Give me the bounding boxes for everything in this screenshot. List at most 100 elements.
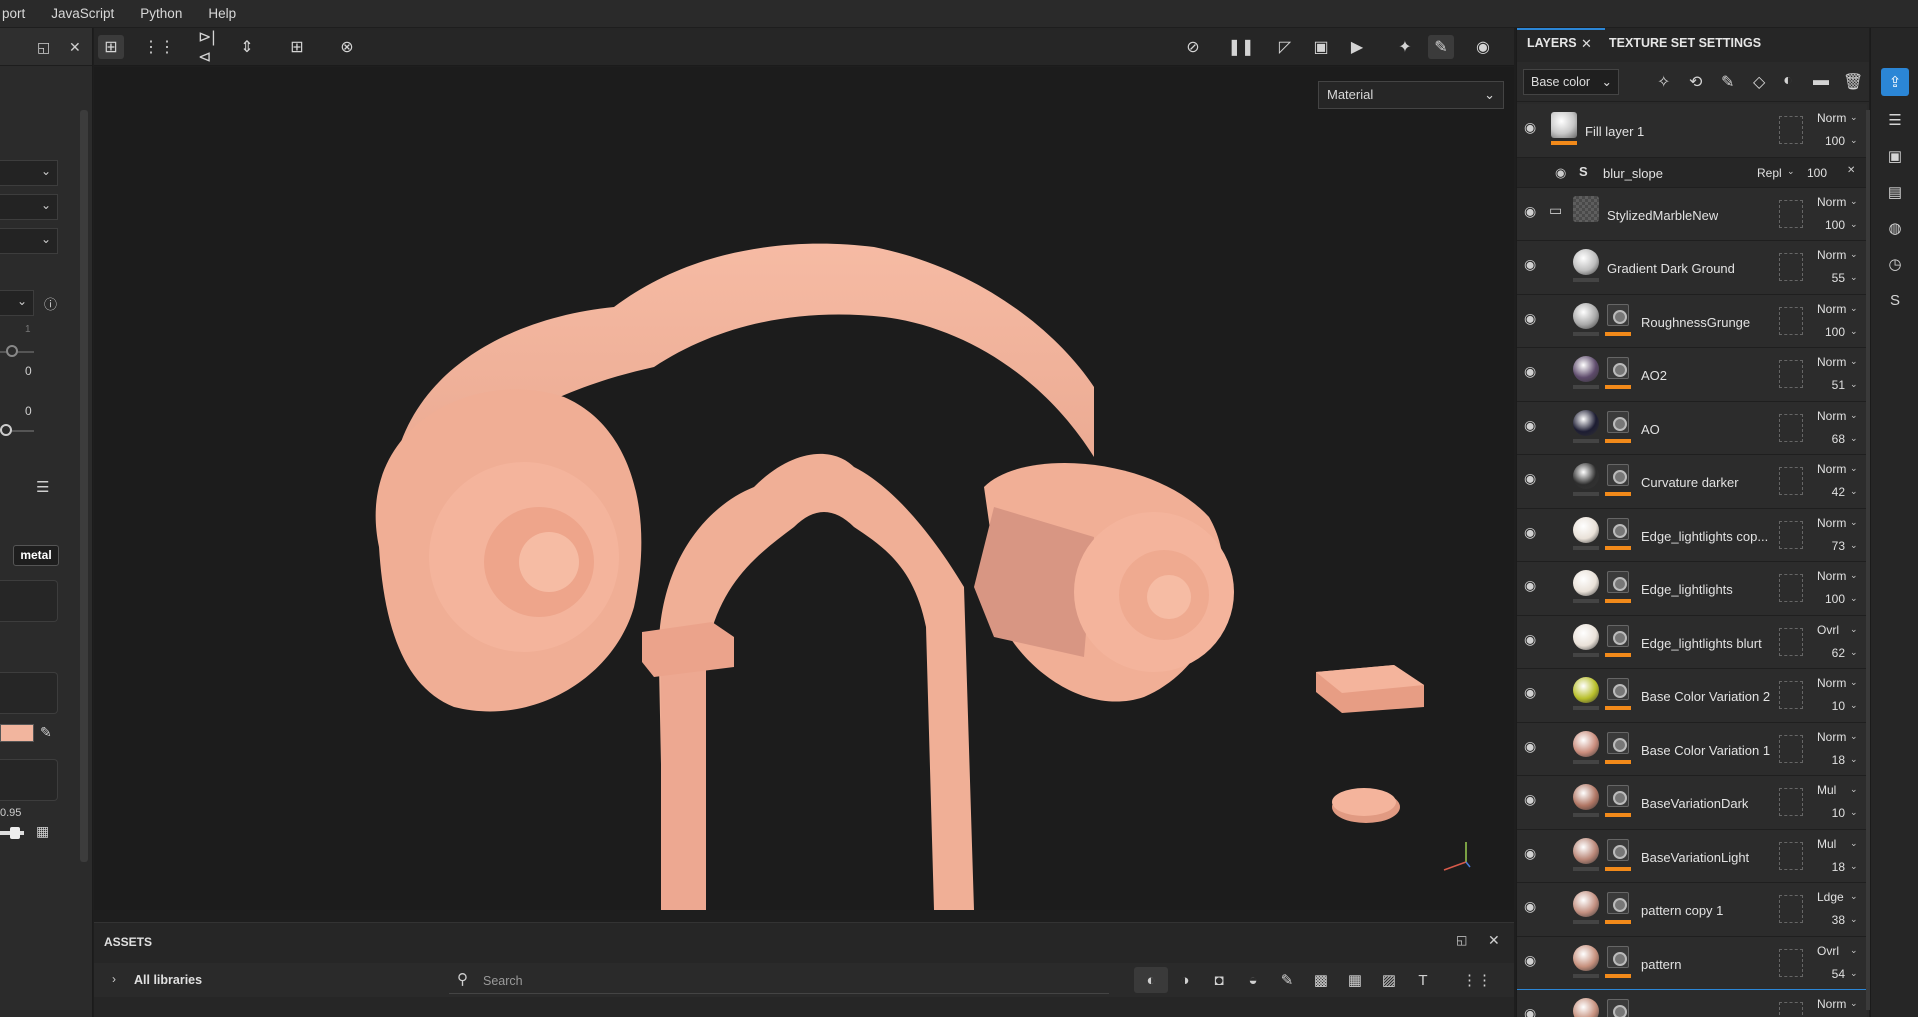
add-mask-icon[interactable]: ◐ xyxy=(1783,72,1793,90)
float-window-icon[interactable]: ◱ xyxy=(1456,933,1467,947)
blend-mode[interactable]: Norm xyxy=(1817,462,1846,476)
expand-chevron-icon[interactable]: › xyxy=(112,972,116,986)
search-field[interactable]: ⚲ Search xyxy=(449,966,1109,994)
mask-thumbnail[interactable] xyxy=(1607,357,1629,379)
opacity-value[interactable]: 18 xyxy=(1811,753,1845,767)
history-icon[interactable]: ◷ xyxy=(1883,252,1907,276)
layer-mask-slot[interactable] xyxy=(1779,895,1803,923)
grid-filter-icon[interactable]: ▦ xyxy=(1338,967,1372,993)
eye-icon[interactable]: ◉ xyxy=(1524,577,1544,597)
opacity-value[interactable]: 54 xyxy=(1811,967,1845,981)
property-dropdown-2[interactable]: ⌄ xyxy=(0,194,58,220)
opacity-value[interactable]: 100 xyxy=(1807,166,1827,180)
layer-mask-slot[interactable] xyxy=(1779,306,1803,335)
sub-layer-row[interactable]: ◉ Sblur_slope Repl ⌄ 100 ✕ xyxy=(1517,157,1867,188)
blend-mode[interactable]: Norm xyxy=(1817,409,1846,423)
property-field-1[interactable] xyxy=(0,580,58,622)
selection-grid-icon[interactable]: ⊞ xyxy=(98,35,124,59)
mask-thumbnail[interactable] xyxy=(1607,785,1629,807)
layer-row[interactable]: ◉ Curvature darker Norm ⌄ 42 ⌄ xyxy=(1517,455,1867,509)
opacity-value[interactable]: 42 xyxy=(1811,485,1845,499)
blend-mode[interactable]: Norm xyxy=(1817,730,1846,744)
layer-mask-slot[interactable] xyxy=(1779,734,1803,763)
eye-icon[interactable]: ◉ xyxy=(1524,119,1544,139)
smart-materials-filter-icon[interactable]: ◑ xyxy=(1168,967,1202,993)
close-icon[interactable]: ✕ xyxy=(1488,932,1500,949)
eye-icon[interactable]: ◉ xyxy=(1524,203,1544,223)
view-mode-icon[interactable]: ⋮⋮ xyxy=(1460,967,1494,993)
flip-vertical-icon[interactable]: ⇕ xyxy=(234,35,260,59)
layer-row[interactable]: ◉ Edge_lightlights Norm ⌄ 100 ⌄ xyxy=(1517,562,1867,616)
layer-row[interactable]: ◉Norm⌄⌄ xyxy=(1517,989,1867,1017)
opacity-value[interactable]: 51 xyxy=(1811,378,1845,392)
blend-mode[interactable]: Norm xyxy=(1817,248,1846,262)
add-effect-icon[interactable]: ⟲ xyxy=(1689,72,1702,92)
opacity-value[interactable]: 55 xyxy=(1811,271,1845,285)
eye-icon[interactable]: ◉ xyxy=(1524,952,1544,972)
layer-row[interactable]: ◉ BaseVariationDark Mul ⌄ 10 ⌄ xyxy=(1517,776,1867,830)
eye-icon[interactable]: ◉ xyxy=(1524,1005,1544,1017)
eye-icon[interactable]: ◉ xyxy=(1524,417,1544,437)
layer-mask-slot[interactable] xyxy=(1779,681,1803,709)
opacity-value[interactable]: 10 xyxy=(1811,806,1845,820)
opacity-value[interactable]: 38 xyxy=(1811,913,1845,927)
property-dropdown-4[interactable]: ⌄ xyxy=(0,290,34,316)
substance-icon[interactable]: S xyxy=(1883,288,1907,312)
mask-thumbnail[interactable] xyxy=(1607,571,1629,593)
blend-mode[interactable]: Ldge xyxy=(1817,890,1844,904)
blend-mode[interactable]: Norm xyxy=(1817,111,1846,125)
roughness-slider-handle[interactable] xyxy=(10,827,20,839)
history-icon[interactable]: ⊗ xyxy=(334,35,360,59)
mask-thumbnail[interactable] xyxy=(1607,892,1629,914)
layer-mask-slot[interactable] xyxy=(1779,627,1803,656)
layer-mask-slot[interactable] xyxy=(1779,360,1803,388)
search-input[interactable]: Search xyxy=(483,974,523,988)
add-fill-layer-icon[interactable]: ◇ xyxy=(1753,72,1765,92)
close-icon[interactable]: ✕ xyxy=(1581,36,1592,52)
textures-filter-icon[interactable]: ▩ xyxy=(1304,967,1338,993)
layer-mask-slot[interactable] xyxy=(1779,1002,1803,1017)
mask-thumbnail[interactable] xyxy=(1607,624,1629,647)
eye-icon[interactable]: ◉ xyxy=(1524,256,1544,276)
layer-row[interactable]: ◉ pattern Ovrl ⌄ 54 ⌄ xyxy=(1517,936,1867,990)
camera-icon[interactable]: ◉ xyxy=(1470,35,1496,59)
layer-row[interactable]: ◉ Gradient Dark Ground Norm ⌄ 55 ⌄ xyxy=(1517,241,1867,295)
property-field-2[interactable] xyxy=(0,672,58,714)
add-frame-icon[interactable]: ⊞ xyxy=(284,35,310,59)
pause-icon[interactable]: ❚❚ xyxy=(1228,35,1255,59)
list-settings-icon[interactable]: ☰ xyxy=(36,478,49,496)
cube-icon[interactable]: ▣ xyxy=(1308,35,1334,59)
checker-icon[interactable]: ▦ xyxy=(36,823,49,840)
layer-row[interactable]: ◉ Base Color Variation 1 Norm ⌄ 18 ⌄ xyxy=(1517,722,1867,776)
mask-thumbnail[interactable] xyxy=(1607,303,1629,326)
blend-mode[interactable]: Mul xyxy=(1817,837,1836,851)
layer-mask-slot[interactable] xyxy=(1779,253,1803,281)
text-filter-icon[interactable]: T xyxy=(1406,967,1440,993)
camera-video-icon[interactable]: ▶ xyxy=(1344,35,1370,59)
mask-thumbnail[interactable] xyxy=(1607,517,1629,540)
mask-thumbnail[interactable] xyxy=(1607,945,1629,968)
paint-brush-icon[interactable]: ✎ xyxy=(1428,35,1454,59)
all-libraries[interactable]: All libraries xyxy=(134,973,202,987)
info-icon[interactable]: ⓘ xyxy=(44,294,57,313)
slider-2-handle[interactable] xyxy=(0,424,12,436)
layer-row[interactable]: ◉ Fill layer 1 Norm ⌄ 100 ⌄ xyxy=(1517,104,1867,158)
menu-python[interactable]: Python xyxy=(140,6,182,21)
opacity-value[interactable]: 68 xyxy=(1811,432,1845,446)
property-dropdown-3[interactable]: ⌄ xyxy=(0,228,58,254)
blend-mode[interactable]: Repl xyxy=(1757,166,1782,180)
layers-stack-icon[interactable]: ☰ xyxy=(1883,108,1907,132)
perspective-icon[interactable]: ◸ xyxy=(1272,35,1298,59)
add-folder-icon[interactable]: ▬ xyxy=(1813,72,1829,90)
display-settings-icon[interactable]: ▣ xyxy=(1883,144,1907,168)
eye-icon[interactable]: ◉ xyxy=(1555,165,1566,181)
blend-mode[interactable]: Norm xyxy=(1817,569,1846,583)
eye-icon[interactable]: ◉ xyxy=(1524,738,1544,758)
layer-row[interactable]: ◉ BaseVariationLight Mul ⌄ 18 ⌄ xyxy=(1517,829,1867,883)
add-paint-layer-icon[interactable]: ✎ xyxy=(1721,72,1734,92)
environment-filter-icon[interactable]: ▨ xyxy=(1372,967,1406,993)
blend-mode[interactable]: Norm xyxy=(1817,355,1846,369)
scrollbar[interactable] xyxy=(80,110,88,862)
menu-help[interactable]: Help xyxy=(208,6,236,21)
folder-icon[interactable]: ▭ xyxy=(1549,202,1562,219)
